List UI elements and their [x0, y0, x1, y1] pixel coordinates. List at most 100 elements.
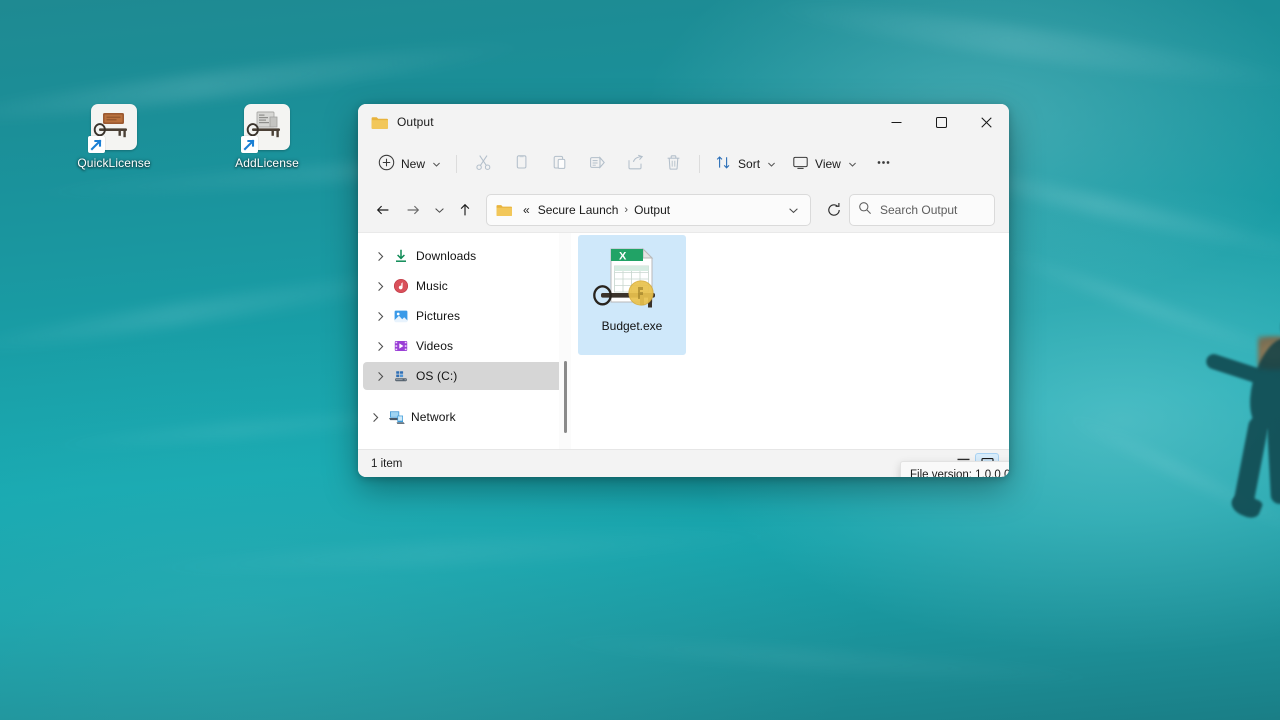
shortcut-overlay-icon: [88, 136, 105, 153]
sidebar-item-label: Downloads: [416, 249, 477, 263]
chevron-down-icon: [767, 160, 776, 169]
breadcrumb-segment-secure-launch[interactable]: Secure Launch: [534, 200, 623, 220]
chevron-down-icon: [432, 160, 441, 169]
folder-icon: [371, 115, 388, 130]
sort-arrows-icon: [715, 154, 732, 174]
forward-button[interactable]: [398, 195, 428, 225]
new-button[interactable]: New: [370, 148, 449, 180]
excel-protected-exe-icon: X: [593, 243, 671, 315]
minimize-button[interactable]: [874, 104, 919, 140]
title-bar[interactable]: Output: [358, 104, 1009, 140]
address-bar[interactable]: « › Secure Launch › Output: [358, 188, 1009, 232]
chevron-right-icon[interactable]: [372, 341, 390, 352]
scissors-icon: [475, 154, 492, 174]
sidebar-item-videos[interactable]: Videos: [363, 332, 571, 360]
monitor-icon: [792, 154, 809, 174]
delete-button[interactable]: [654, 148, 692, 180]
rename-icon: [589, 154, 606, 174]
desktop[interactable]: QuickLicense AddLicense Output New Sort …: [0, 0, 1280, 720]
window-title: Output: [397, 115, 434, 129]
wallpaper-light-streak: [987, 242, 1280, 372]
sidebar-item-pictures[interactable]: Pictures: [363, 302, 571, 330]
chevron-down-icon: [848, 160, 857, 169]
wallpaper-reef: [1258, 336, 1280, 370]
copy-icon: [513, 154, 530, 174]
sidebar-item-downloads[interactable]: Downloads: [363, 242, 571, 270]
content-area: Downloads Music Pictures Videos OS (C:) …: [358, 232, 1009, 477]
file-explorer-window[interactable]: Output New Sort View « Secure Launch › O…: [358, 104, 1009, 477]
sidebar-item-label: Music: [416, 279, 448, 293]
chevron-right-icon[interactable]: [372, 251, 390, 262]
videos-film-icon: [390, 338, 412, 354]
file-item-name: Budget.exe: [601, 319, 663, 333]
copy-button[interactable]: [502, 148, 540, 180]
sidebar-item-label: Videos: [416, 339, 454, 353]
sidebar-item-network[interactable]: Network: [363, 403, 571, 431]
wallpaper-light-streak: [119, 521, 821, 583]
network-computer-icon: [385, 409, 407, 425]
more-button[interactable]: [865, 148, 903, 180]
view-button-label: View: [815, 157, 841, 171]
file-item-budget-exe[interactable]: X Budget.exe: [578, 235, 686, 355]
ellipsis-icon: [875, 154, 892, 174]
cut-button[interactable]: [464, 148, 502, 180]
chevron-right-icon[interactable]: [367, 412, 385, 423]
toolbar-divider: [699, 155, 701, 173]
sort-button[interactable]: Sort: [707, 148, 784, 180]
sidebar-item-music[interactable]: Music: [363, 272, 571, 300]
plus-circle-icon: [378, 154, 395, 174]
add-license-key-shortcut-icon: [241, 104, 290, 153]
item-count-label: 1 item: [371, 457, 403, 470]
desktop-icon-label: QuickLicense: [77, 156, 151, 170]
sidebar-item-label: Network: [411, 410, 456, 424]
breadcrumb[interactable]: « › Secure Launch › Output: [486, 194, 811, 226]
share-icon: [627, 154, 644, 174]
breadcrumb-separator: ›: [624, 204, 629, 216]
svg-text:X: X: [619, 251, 627, 263]
desktop-icon-addlicense[interactable]: AddLicense: [219, 104, 315, 171]
shortcut-overlay-icon: [241, 136, 258, 153]
back-button[interactable]: [368, 195, 398, 225]
scrollbar-thumb[interactable]: [564, 361, 567, 433]
wallpaper-light-streak: [520, 628, 1140, 692]
clipboard-icon: [551, 154, 568, 174]
breadcrumb-segment-output[interactable]: Output: [630, 200, 674, 220]
folder-icon: [496, 203, 512, 217]
file-list-pane[interactable]: X Budget.exe File version: 1.0.0.0: [576, 233, 1009, 477]
sidebar-item-label: Pictures: [416, 309, 461, 323]
maximize-button[interactable]: [919, 104, 964, 140]
file-tooltip: File version: 1.0.0.0 Date created: 1/18…: [900, 461, 1009, 477]
refresh-button[interactable]: [819, 195, 849, 225]
chevron-right-icon[interactable]: [372, 311, 390, 322]
paste-button[interactable]: [540, 148, 578, 180]
tooltip-file-version: File version: 1.0.0.0: [910, 469, 1009, 477]
sidebar-item-os-c[interactable]: OS (C:): [363, 362, 571, 390]
close-button[interactable]: [964, 104, 1009, 140]
navigation-pane-scrollbar[interactable]: [559, 233, 571, 449]
chevron-right-icon[interactable]: [372, 281, 390, 292]
breadcrumb-dropdown-button[interactable]: [780, 197, 806, 223]
search-input[interactable]: Search Output: [849, 194, 995, 226]
sort-button-label: Sort: [738, 157, 761, 171]
trash-icon: [665, 154, 682, 174]
recent-locations-button[interactable]: [428, 195, 450, 225]
desktop-icon-quicklicense[interactable]: QuickLicense: [66, 104, 162, 171]
navigation-pane[interactable]: Downloads Music Pictures Videos OS (C:) …: [358, 233, 576, 449]
hard-drive-icon: [390, 368, 412, 384]
command-bar[interactable]: New Sort View: [358, 140, 1009, 188]
rename-button[interactable]: [578, 148, 616, 180]
search-icon: [858, 201, 872, 220]
chevron-right-icon[interactable]: [372, 371, 390, 382]
wallpaper-light-streak: [760, 0, 1280, 99]
toolbar-divider: [456, 155, 458, 173]
share-button[interactable]: [616, 148, 654, 180]
wallpaper-diver-silhouette: [1204, 300, 1280, 550]
view-button[interactable]: View: [784, 148, 865, 180]
new-button-label: New: [401, 157, 426, 171]
up-button[interactable]: [450, 195, 480, 225]
sidebar-item-label: OS (C:): [416, 369, 458, 383]
license-key-shortcut-icon: [88, 104, 137, 153]
music-note-icon: [390, 278, 412, 294]
desktop-icon-label: AddLicense: [235, 156, 299, 170]
breadcrumb-overflow[interactable]: «: [519, 200, 534, 220]
